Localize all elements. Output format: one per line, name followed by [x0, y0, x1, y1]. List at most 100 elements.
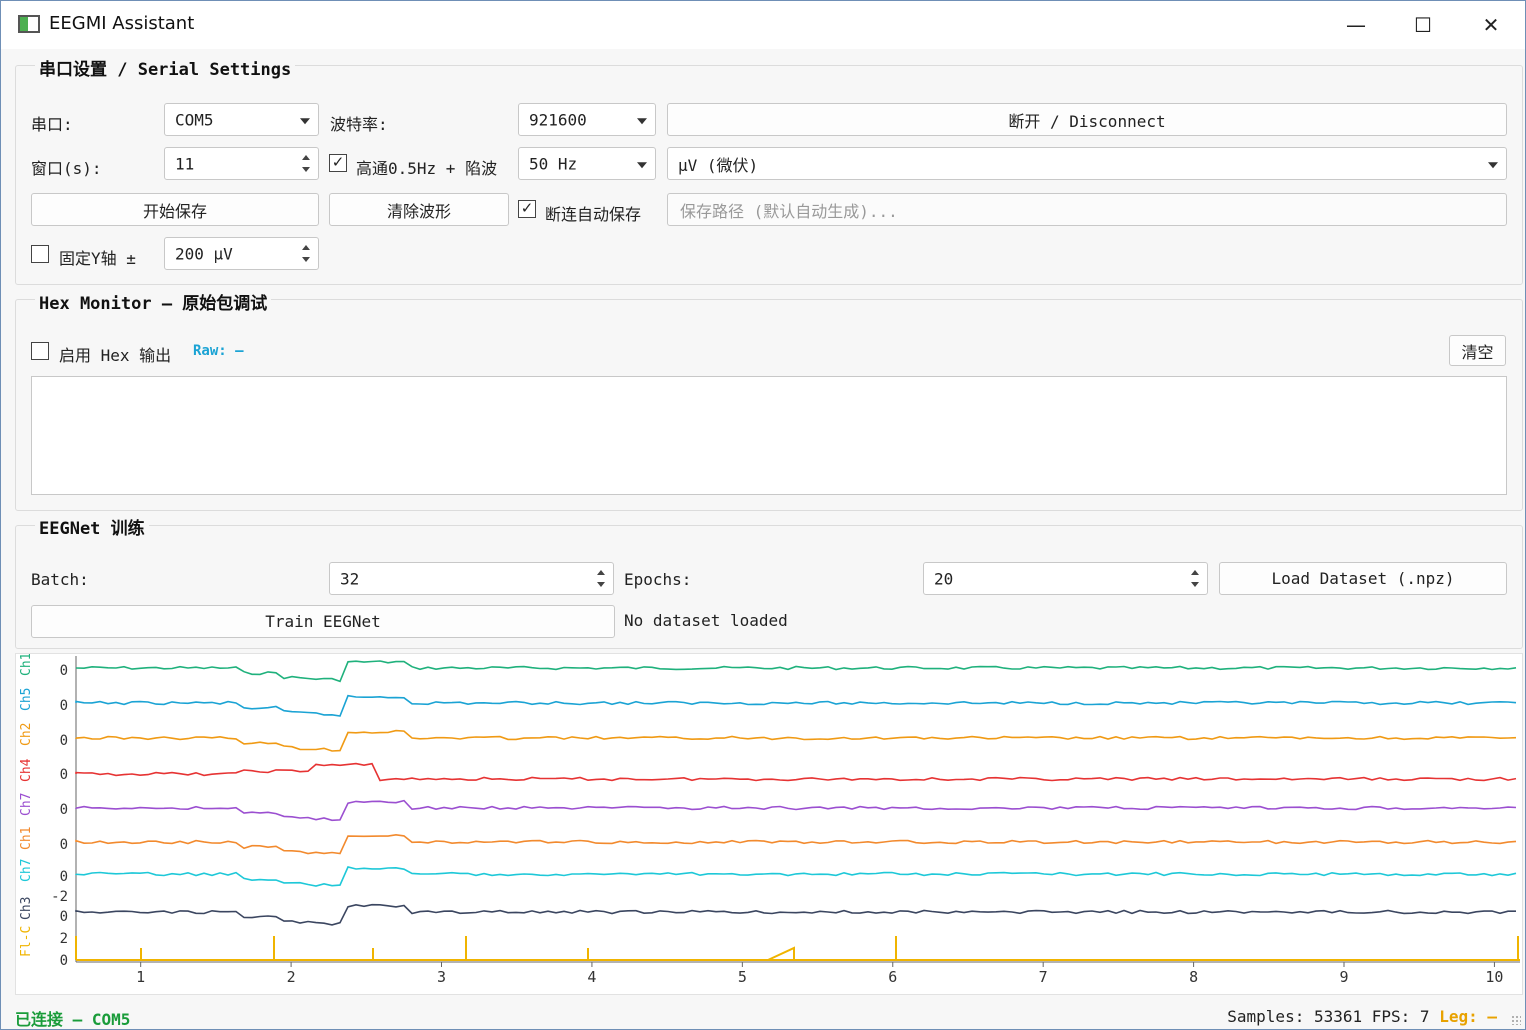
- app-window: EEGMI Assistant — ☐ ✕ 串口设置 / Serial Sett…: [0, 0, 1526, 1030]
- baud-label: 波特率:: [330, 115, 388, 134]
- waveform-trace: [75, 833, 1517, 855]
- train-eegnet-button[interactable]: Train EEGNet: [31, 605, 615, 638]
- load-dataset-button[interactable]: Load Dataset (.npz): [1219, 562, 1507, 595]
- channel-label: Fl-C: [19, 926, 34, 957]
- chevron-down-icon: [637, 161, 647, 168]
- eeg-plot-svg: Ch1 Ch5 Ch2 Ch4 Ch7 Ch1 Ch7 Ch3 Fl-C 0 0 0 0 0 0 0 -2 0 2 0…: [19, 653, 1520, 986]
- y-tick-label: 0: [60, 698, 68, 714]
- hex-enable-checkbox[interactable]: [31, 342, 49, 360]
- baud-value: 921600: [529, 110, 587, 129]
- eegnet-title: EEGNet 训练: [35, 514, 149, 539]
- fix-y-checkbox[interactable]: [31, 245, 49, 263]
- batch-label: Batch:: [31, 570, 89, 589]
- filter-checkbox[interactable]: ✓: [329, 154, 347, 172]
- title-bar: EEGMI Assistant — ☐ ✕: [1, 1, 1525, 49]
- x-tick-label: 5: [738, 968, 747, 986]
- hex-enable-label: 启用 Hex 输出: [59, 346, 172, 365]
- x-tick-label: 7: [1039, 968, 1048, 986]
- spin-up-icon[interactable]: [302, 245, 310, 250]
- disconnect-button[interactable]: 断开 / Disconnect: [667, 103, 1507, 136]
- spin-up-icon[interactable]: [1191, 570, 1199, 575]
- port-value: COM5: [175, 110, 214, 129]
- channel-label: Ch7: [19, 859, 34, 882]
- epochs-value: 20: [934, 569, 954, 588]
- trigger-ramp: [767, 946, 795, 961]
- channel-label: Ch2: [19, 723, 34, 746]
- save-path-input[interactable]: 保存路径 (默认自动生成)...: [667, 193, 1507, 226]
- y-tick-label: 0: [60, 953, 68, 969]
- unit-combo[interactable]: μV (微伏): [667, 147, 1507, 180]
- chevron-down-icon: [637, 117, 647, 124]
- channel-label: Ch5: [19, 688, 34, 711]
- waveform-trace: [75, 866, 1517, 887]
- x-tick-label: 2: [287, 968, 296, 986]
- maximize-button[interactable]: ☐: [1393, 7, 1453, 43]
- samples-fps-text: Samples: 53361 FPS: 7: [1227, 1007, 1430, 1026]
- y-tick-label: 0: [60, 767, 68, 783]
- spin-down-icon[interactable]: [597, 582, 605, 587]
- spin-down-icon[interactable]: [302, 257, 310, 262]
- batch-spinbox[interactable]: 32: [329, 562, 614, 595]
- y-tick-label: 2: [60, 931, 68, 947]
- x-tick-label: 6: [888, 968, 897, 986]
- filter-label: 高通0.5Hz + 陷波: [356, 159, 498, 178]
- spin-up-icon[interactable]: [302, 155, 310, 160]
- port-label: 串口:: [31, 115, 73, 134]
- notch-combo[interactable]: 50 Hz: [518, 147, 656, 180]
- y-tick-label: 0: [60, 733, 68, 749]
- leg-text: Leg: —: [1439, 1007, 1497, 1026]
- auto-save-checkbox[interactable]: ✓: [518, 200, 536, 218]
- y-range-value: 200 μV: [175, 244, 233, 263]
- channel-label: Ch4: [19, 758, 34, 782]
- x-tick-label: 4: [587, 968, 596, 986]
- fix-y-label: 固定Y轴 ±: [59, 249, 136, 268]
- epochs-spinbox[interactable]: 20: [923, 562, 1208, 595]
- x-tick-label: 9: [1339, 968, 1348, 986]
- waveform-trace: [75, 694, 1517, 717]
- waveform-trace: [75, 729, 1517, 752]
- channel-label: Ch7: [19, 793, 34, 816]
- hex-clear-button[interactable]: 清空: [1449, 335, 1506, 366]
- eeg-waveform-plot[interactable]: Ch1 Ch5 Ch2 Ch4 Ch7 Ch1 Ch7 Ch3 Fl-C 0 0 0 0 0 0 0 -2 0 2 0…: [15, 653, 1523, 995]
- hex-output-area[interactable]: [31, 376, 1507, 495]
- x-tick-label: 3: [437, 968, 446, 986]
- epochs-label: Epochs:: [624, 570, 692, 589]
- connection-status: 已连接 — COM5: [15, 1010, 131, 1029]
- start-save-button[interactable]: 开始保存: [31, 193, 319, 226]
- serial-settings-title: 串口设置 / Serial Settings: [35, 55, 296, 80]
- x-tick-label: 8: [1189, 968, 1198, 986]
- app-icon: [18, 15, 40, 33]
- channel-label: Ch1: [19, 827, 34, 850]
- spin-down-icon[interactable]: [302, 167, 310, 172]
- channel-label: Ch3: [19, 897, 34, 920]
- raw-label: Raw: —: [193, 343, 244, 359]
- clear-waveform-button[interactable]: 清除波形: [329, 193, 509, 226]
- batch-value: 32: [340, 569, 360, 588]
- window-seconds-label: 窗口(s):: [31, 159, 102, 178]
- chevron-down-icon: [1488, 161, 1498, 168]
- chevron-down-icon: [300, 117, 310, 124]
- y-range-spinbox[interactable]: 200 μV: [164, 237, 319, 270]
- hex-monitor-title: Hex Monitor — 原始包调试: [35, 289, 272, 314]
- y-tick-label: 0: [60, 802, 68, 818]
- minimize-button[interactable]: —: [1326, 7, 1386, 43]
- port-combo[interactable]: COM5: [164, 103, 319, 136]
- waveform-trace: [75, 903, 1516, 926]
- x-tick-label: 1: [136, 968, 145, 986]
- save-path-placeholder: 保存路径 (默认自动生成)...: [680, 201, 898, 221]
- notch-value: 50 Hz: [529, 154, 578, 173]
- y-tick-label: 0: [60, 909, 68, 925]
- resize-grip-icon[interactable]: [1511, 1015, 1521, 1025]
- y-tick-label: 0: [60, 663, 68, 679]
- window-seconds-value: 11: [175, 154, 195, 173]
- baud-combo[interactable]: 921600: [518, 103, 656, 136]
- spin-up-icon[interactable]: [597, 570, 605, 575]
- waveform-trace: [75, 660, 1517, 683]
- spin-down-icon[interactable]: [1191, 582, 1199, 587]
- window-title: EEGMI Assistant: [49, 13, 195, 34]
- y-tick-label: 0: [60, 869, 68, 885]
- y-tick-label: 0: [60, 837, 68, 853]
- waveform-trace: [75, 799, 1517, 822]
- window-seconds-spinbox[interactable]: 11: [164, 147, 319, 180]
- close-button[interactable]: ✕: [1461, 7, 1521, 43]
